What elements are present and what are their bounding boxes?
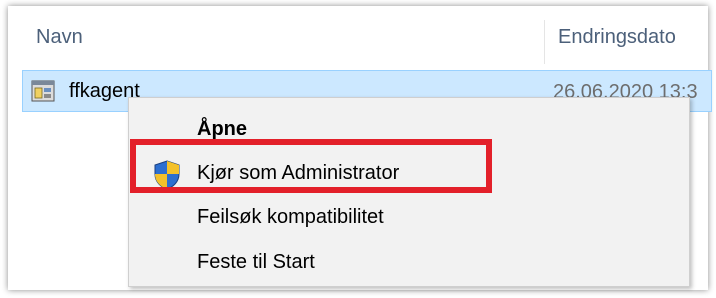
context-menu: Åpne Kjør som Administrator Feilsøk komp… [128, 97, 690, 287]
menu-item-pin-to-start[interactable]: Feste til Start [129, 243, 689, 283]
menu-item-label: Åpne [197, 118, 247, 140]
column-header-name[interactable]: Navn [36, 26, 83, 49]
menu-item-label: Feste til Start [197, 251, 315, 273]
column-separator[interactable] [544, 20, 545, 64]
column-header-row: Navn Endringsdato [8, 6, 708, 66]
menu-item-open[interactable]: Åpne [129, 110, 689, 150]
menu-item-troubleshoot-compatibility[interactable]: Feilsøk kompatibilitet [129, 198, 689, 238]
application-icon [31, 80, 55, 102]
menu-item-run-as-admin[interactable]: Kjør som Administrator [129, 154, 689, 194]
menu-item-label: Feilsøk kompatibilitet [197, 206, 384, 228]
uac-shield-icon [154, 160, 180, 190]
column-header-date[interactable]: Endringsdato [558, 26, 676, 49]
menu-item-label: Kjør som Administrator [197, 162, 400, 184]
